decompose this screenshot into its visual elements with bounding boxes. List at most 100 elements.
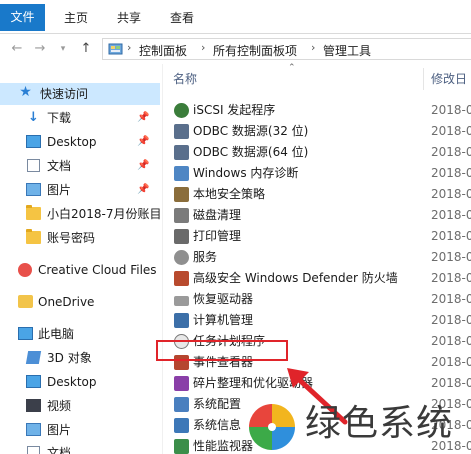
- sidebar-item-label: 此电脑: [38, 327, 75, 341]
- sidebar-item-onedrive[interactable]: OneDrive: [0, 291, 160, 313]
- list-item-name: ODBC 数据源(32 位): [193, 124, 309, 138]
- recent-locations-chevron-icon[interactable]: ▾: [55, 40, 71, 58]
- list-item-name: 磁盘清理: [193, 208, 242, 222]
- document-icon: [27, 159, 40, 172]
- list-item-name: 系统配置: [193, 397, 242, 411]
- column-header-modified[interactable]: 修改日: [431, 68, 467, 90]
- navigation-bar: ← → ▾ ↑ › 控制面板 › 所有控制面板项 › 管理工具: [0, 34, 471, 64]
- creative-cloud-icon: [18, 263, 32, 277]
- folder-icon: [26, 205, 41, 220]
- sidebar-item-label: 图片: [47, 423, 72, 437]
- column-divider[interactable]: [423, 68, 424, 90]
- breadcrumb-separator-icon: ›: [201, 41, 206, 54]
- sort-ascending-icon: ⌃: [288, 63, 296, 73]
- list-item-firewall[interactable]: 高级安全 Windows Defender 防火墙 2018-0: [163, 268, 471, 289]
- sidebar-item-label: 文档: [47, 159, 72, 173]
- list-item-date: 2018-0: [431, 271, 471, 285]
- computer-management-icon: [174, 313, 189, 328]
- back-arrow-icon[interactable]: ←: [9, 40, 25, 58]
- sidebar-item-label: 图片: [47, 183, 72, 197]
- tab-file[interactable]: 文件: [0, 4, 45, 31]
- sidebar-item-label: 下载: [47, 111, 72, 125]
- ribbon: 文件 主页 共享 查看: [0, 0, 471, 34]
- sidebar-item-label: Desktop: [47, 375, 97, 389]
- list-item-computer-management[interactable]: 计算机管理 2018-0: [163, 310, 471, 331]
- list-item-name: iSCSI 发起程序: [193, 103, 276, 117]
- list-item-date: 2018-0: [431, 103, 471, 117]
- list-item-recovery-drive[interactable]: 恢复驱动器 2018-0: [163, 289, 471, 310]
- sidebar-item-folder-passwords[interactable]: 账号密码: [0, 227, 160, 249]
- list-item-name: 系统信息: [193, 418, 242, 432]
- odbc-icon: [174, 145, 189, 160]
- sidebar-item-label: 视频: [47, 399, 72, 413]
- sidebar-item-3d-objects[interactable]: 3D 对象: [0, 347, 160, 369]
- performance-monitor-icon: [174, 439, 189, 454]
- sidebar-item-label: OneDrive: [38, 295, 95, 309]
- sidebar-item-quick-access[interactable]: ★ 快速访问: [0, 83, 160, 105]
- sidebar-item-label: Desktop: [47, 135, 97, 149]
- 3d-objects-icon: [25, 351, 42, 364]
- breadcrumb-control-panel[interactable]: 控制面板: [139, 42, 187, 59]
- list-item-date: 2018-0: [431, 292, 471, 306]
- watermark-logo-icon: [249, 404, 295, 450]
- memory-diagnostic-icon: [174, 166, 189, 181]
- watermark: 绿色系统: [247, 396, 471, 454]
- list-item-name: 高级安全 Windows Defender 防火墙: [193, 271, 398, 285]
- tab-home[interactable]: 主页: [64, 7, 88, 29]
- list-item-disk-cleanup[interactable]: 磁盘清理 2018-0: [163, 205, 471, 226]
- iscsi-icon: [174, 103, 189, 118]
- list-item-print-management[interactable]: 打印管理 2018-0: [163, 226, 471, 247]
- list-item-name: 打印管理: [193, 229, 242, 243]
- odbc-icon: [174, 124, 189, 139]
- tab-share[interactable]: 共享: [117, 7, 141, 29]
- sidebar-item-desktop[interactable]: Desktop 📌: [0, 131, 160, 153]
- list-item-date: 2018-0: [431, 208, 471, 222]
- services-icon: [174, 250, 189, 265]
- list-item-services[interactable]: 服务 2018-0: [163, 247, 471, 268]
- sidebar-item-documents[interactable]: 文档 📌: [0, 155, 160, 177]
- system-info-icon: [174, 418, 189, 433]
- list-item-odbc32[interactable]: ODBC 数据源(32 位) 2018-0: [163, 121, 471, 142]
- list-item-name: 服务: [193, 250, 218, 264]
- sidebar-item-folder-accounts[interactable]: 小白2018-7月份账目: [0, 203, 160, 225]
- list-item-date: 2018-0: [431, 229, 471, 243]
- up-arrow-icon[interactable]: ↑: [78, 40, 94, 58]
- sidebar-item-label: 小白2018-7月份账目: [47, 207, 160, 221]
- address-bar[interactable]: › 控制面板 › 所有控制面板项 › 管理工具: [102, 38, 471, 60]
- sidebar-item-pictures-pc[interactable]: 图片: [0, 419, 160, 441]
- pin-icon[interactable]: 📌: [137, 179, 149, 201]
- watermark-text: 绿色系统: [305, 403, 454, 444]
- folder-icon: [26, 229, 41, 244]
- sidebar-item-desktop-pc[interactable]: Desktop: [0, 371, 160, 393]
- breadcrumb-separator-icon: ›: [311, 41, 316, 54]
- forward-arrow-icon[interactable]: →: [32, 40, 48, 58]
- sidebar-item-label: 快速访问: [40, 87, 89, 101]
- defrag-icon: [174, 376, 189, 391]
- sidebar-item-pictures[interactable]: 图片 📌: [0, 179, 160, 201]
- breadcrumb-admin-tools[interactable]: 管理工具: [323, 42, 371, 59]
- sidebar-item-videos[interactable]: 视频: [0, 395, 160, 417]
- list-item-date: 2018-0: [431, 313, 471, 327]
- pin-icon[interactable]: 📌: [137, 107, 149, 129]
- list-item-odbc64[interactable]: ODBC 数据源(64 位) 2018-0: [163, 142, 471, 163]
- sidebar-item-this-pc[interactable]: 此电脑: [0, 323, 160, 345]
- sidebar-item-documents-pc[interactable]: 文档: [0, 442, 160, 454]
- list-item-memory-diagnostic[interactable]: Windows 内存诊断 2018-0: [163, 163, 471, 184]
- pin-icon[interactable]: 📌: [137, 131, 149, 153]
- tab-view[interactable]: 查看: [170, 7, 194, 29]
- system-config-icon: [174, 397, 189, 412]
- sidebar-item-downloads[interactable]: ↓ 下载 📌: [0, 107, 160, 129]
- breadcrumb-all-items[interactable]: 所有控制面板项: [213, 42, 297, 59]
- picture-icon: [26, 423, 41, 436]
- column-header-name[interactable]: 名称: [173, 68, 197, 90]
- pin-icon[interactable]: 📌: [137, 155, 149, 177]
- computer-icon: [18, 327, 33, 340]
- sidebar-item-label: 账号密码: [47, 231, 96, 245]
- firewall-icon: [174, 271, 189, 286]
- sidebar-item-creative-cloud[interactable]: Creative Cloud Files: [0, 259, 160, 281]
- list-item-name: Windows 内存诊断: [193, 166, 299, 180]
- list-item-date: 2018-0: [431, 376, 471, 390]
- sidebar-item-label: 文档: [47, 446, 72, 454]
- list-item-iscsi[interactable]: iSCSI 发起程序 2018-0: [163, 100, 471, 121]
- list-item-security-policy[interactable]: 本地安全策略 2018-0: [163, 184, 471, 205]
